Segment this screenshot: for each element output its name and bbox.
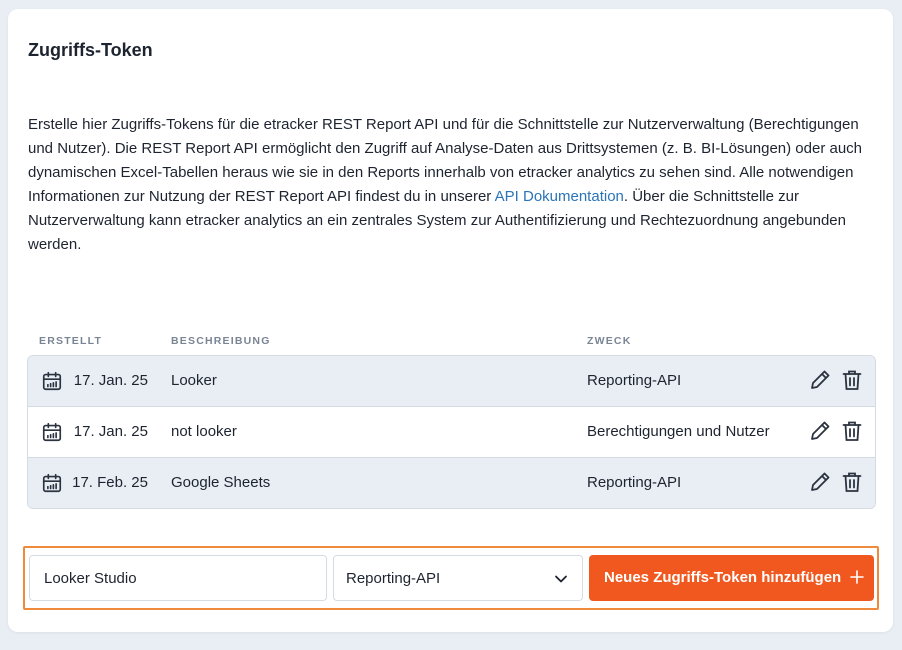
purpose-select[interactable]: Reporting-API <box>333 555 583 601</box>
api-documentation-link[interactable]: API Dokumentation <box>495 188 624 205</box>
column-header-created: ERSTELLT <box>39 335 103 347</box>
access-token-card: Zugriffs-Token Erstelle hier Zugriffs-To… <box>8 9 893 632</box>
token-description: Looker <box>171 372 217 389</box>
token-table: 17. Jan. 25 Looker Reporting-API 17. Jan… <box>27 355 876 509</box>
table-row: 17. Feb. 25 Google Sheets Reporting-API <box>28 457 875 508</box>
trash-icon[interactable] <box>840 470 864 494</box>
calendar-icon <box>42 473 62 493</box>
plus-icon <box>850 570 864 584</box>
created-date: 17. Feb. 25 <box>72 474 148 491</box>
column-header-description: BESCHREIBUNG <box>171 335 271 347</box>
token-purpose: Reporting-API <box>587 474 682 491</box>
created-date: 17. Jan. 25 <box>73 423 148 440</box>
add-token-button[interactable]: Neues Zugriffs-Token hinzufügen <box>589 555 874 601</box>
pencil-icon[interactable] <box>808 470 832 494</box>
calendar-icon <box>42 371 62 391</box>
calendar-icon <box>42 422 62 442</box>
new-token-form: Reporting-API Neues Zugriffs-Token hinzu… <box>23 546 879 610</box>
column-header-purpose: ZWECK <box>587 335 632 347</box>
token-description: Google Sheets <box>171 474 271 491</box>
created-date: 17. Jan. 25 <box>73 372 148 389</box>
add-token-button-label: Neues Zugriffs-Token hinzufügen <box>604 569 842 586</box>
trash-icon[interactable] <box>840 419 864 443</box>
table-row: 17. Jan. 25 not looker Berechtigungen un… <box>28 406 875 457</box>
page-title: Zugriffs-Token <box>28 40 153 60</box>
section-description: Erstelle hier Zugriffs-Tokens für die et… <box>28 113 878 257</box>
chevron-down-icon <box>555 575 567 583</box>
pencil-icon[interactable] <box>808 419 832 443</box>
pencil-icon[interactable] <box>808 368 832 392</box>
trash-icon[interactable] <box>840 368 864 392</box>
purpose-select-value: Reporting-API <box>346 570 441 587</box>
table-row: 17. Jan. 25 Looker Reporting-API <box>28 356 875 406</box>
token-purpose: Reporting-API <box>587 372 682 389</box>
token-description-input[interactable] <box>29 555 327 601</box>
token-purpose: Berechtigungen und Nutzer <box>587 423 770 440</box>
token-description: not looker <box>171 423 237 440</box>
